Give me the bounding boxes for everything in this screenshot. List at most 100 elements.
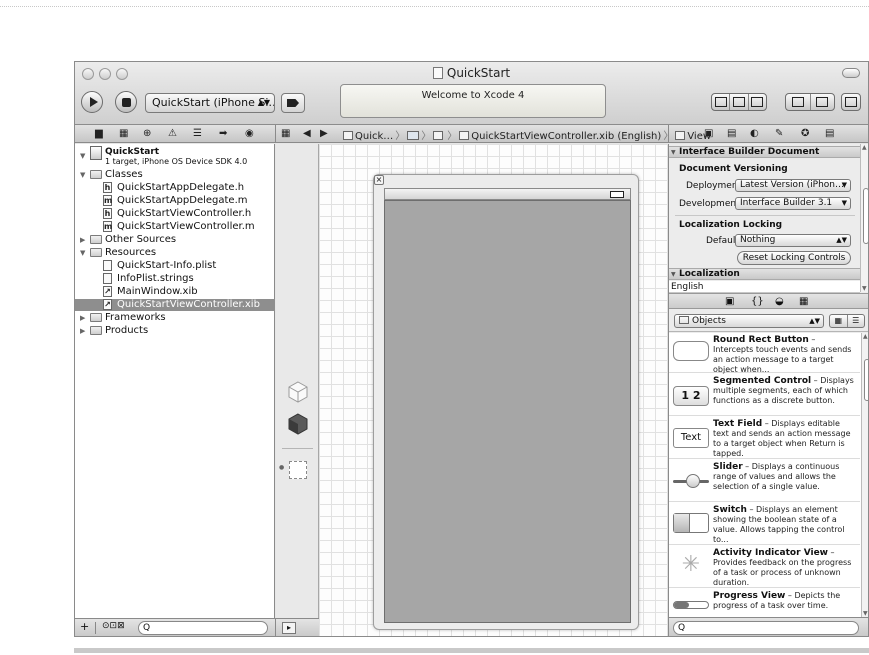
scroll-down-icon[interactable]: ▼ [862,285,867,292]
media-library-tab-icon[interactable]: ▦ [799,296,808,307]
stop-button[interactable] [115,91,137,113]
identity-inspector-tab-icon[interactable]: ◐ [750,128,759,139]
library-item-text-field[interactable]: Text Text Field – Displays editable text… [669,417,860,459]
search-navigator-tab-icon[interactable]: ⊕ [143,128,151,139]
assistant-editor-button[interactable] [730,94,749,110]
root-view[interactable] [384,200,631,623]
disclosure-open-icon[interactable]: ▼ [80,169,85,181]
log-navigator-tab-icon[interactable]: ◉ [245,128,254,139]
library-category-popup[interactable]: Objects ▲▼ [674,314,824,328]
related-files-icon[interactable]: ▦ [281,128,290,139]
library-item-slider[interactable]: Slider – Displays a continuous range of … [669,460,860,502]
library-item-progress-view[interactable]: Progress View – Depicts the progress of … [669,589,860,617]
navigator-item[interactable]: ▶ Frameworks [75,312,275,324]
quick-help-tab-icon[interactable]: ▤ [727,128,736,139]
forward-arrow-icon[interactable]: ▶ [320,128,328,139]
organizer-segment[interactable] [842,94,860,110]
icon-view-icon[interactable]: ▦ [830,315,848,327]
view-controller-scene[interactable]: × [373,174,639,630]
library-item-name: Round Rect Button [713,335,809,345]
navigator-item[interactable]: InfoPlist.strings [75,273,275,285]
view-control[interactable] [785,93,835,111]
view-object-icon[interactable] [289,461,307,479]
localization-section-header[interactable]: Localization [669,268,860,280]
list-view-icon[interactable]: ☰ [848,315,865,327]
organizer-button[interactable] [841,93,861,111]
editor-mode-control[interactable] [711,93,767,111]
default-lock-popup[interactable]: Nothing ▲▼ [735,234,851,247]
navigator-filter-field[interactable]: Q [138,621,268,635]
library-item-round-rect-button[interactable]: Round Rect Button – Intercepts touch eve… [669,333,860,374]
disclosure-closed-icon[interactable]: ▶ [80,234,85,246]
inspector-scrollbar[interactable]: ▲ ▼ [860,144,868,292]
scroll-thumb[interactable] [863,188,868,244]
navigator-item[interactable]: ▶ Products [75,325,275,337]
attributes-inspector-tab-icon[interactable]: ✎ [775,128,783,139]
breakpoint-navigator-tab-icon[interactable]: ➡ [219,128,227,139]
file-inspector-tab-icon[interactable]: ▣ [704,128,713,139]
library-item-name: Segmented Control [713,376,812,386]
breakpoints-button[interactable] [281,93,305,113]
add-button[interactable]: + [80,620,89,633]
disclosure-closed-icon[interactable]: ▶ [80,325,85,337]
development-popup[interactable]: Interface Builder 3.1 ▼ [735,197,851,210]
version-editor-button[interactable] [749,94,766,110]
toolbar-toggle-button[interactable] [842,68,860,78]
scroll-up-icon[interactable]: ▲ [862,144,867,151]
first-responder-cube-icon[interactable] [287,412,309,436]
scheme-popup[interactable]: QuickStart (iPhone Si… ▲▼ [145,93,275,113]
toggle-navigator-button[interactable] [786,94,811,110]
filter-buttons[interactable]: ⊙⊡⊠ [102,621,125,631]
scroll-up-icon[interactable]: ▲ [863,333,868,340]
library-item-segmented-control[interactable]: 1 2 Segmented Control – Displays multipl… [669,374,860,416]
file-templates-tab-icon[interactable]: ▣ [725,296,734,307]
library-item-activity-indicator[interactable]: ✳ Activity Indicator View – Provides fee… [669,546,860,588]
deployment-popup[interactable]: Latest Version (iPhon… ▼ [735,179,851,192]
reset-locking-controls-button[interactable]: Reset Locking Controls [737,251,851,265]
disclosure-open-icon[interactable]: ▼ [80,247,85,259]
project-root-row[interactable]: ▼ QuickStart 1 target, iPhone OS Device … [75,146,275,168]
navigator-item[interactable]: m QuickStartViewController.m [75,221,275,233]
section-title: Interface Builder Document [679,147,820,157]
symbol-navigator-tab-icon[interactable]: ▦ [119,128,128,139]
disclosure-open-icon[interactable]: ▼ [80,150,85,162]
issue-navigator-tab-icon[interactable]: ⚠ [168,128,177,139]
run-button[interactable] [81,91,103,113]
navigator-item[interactable]: ▼ Classes [75,169,275,181]
navigator-item[interactable]: m QuickStartAppDelegate.m [75,195,275,207]
size-inspector-tab-icon[interactable]: ✪ [801,128,809,139]
toggle-utilities-button[interactable] [811,94,835,110]
navigator-item[interactable]: ▶ Other Sources [75,234,275,246]
code-snippets-tab-icon[interactable]: {} [751,296,764,307]
library-scrollbar[interactable]: ▲ ▼ [861,333,868,617]
library-item-switch[interactable]: Switch – Displays an element showing the… [669,503,860,545]
scene-close-icon[interactable]: × [374,175,384,185]
jump-bar-breadcrumb[interactable]: Quick… 〉〉〉 QuickStartViewController.xib (E… [343,127,711,142]
objects-library-tab-icon[interactable]: ◒ [775,296,784,307]
navigator-item[interactable]: h QuickStartAppDelegate.h [75,182,275,194]
standard-editor-button[interactable] [712,94,731,110]
library-view-mode-control[interactable]: ▦ ☰ [829,314,865,328]
breadcrumb-file[interactable]: QuickStartViewController.xib (English) [471,131,661,142]
navigator-item[interactable]: QuickStart-Info.plist [75,260,275,272]
project-navigator-tab-icon[interactable]: ▆ [95,128,103,139]
debug-navigator-tab-icon[interactable]: ☰ [193,128,202,139]
breadcrumb-project[interactable]: Quick… [355,131,393,142]
placeholder-cube-icon[interactable] [287,380,309,404]
scroll-thumb[interactable] [864,359,868,401]
navigator-item[interactable]: ↗ MainWindow.xib [75,286,275,298]
disclosure-closed-icon[interactable]: ▶ [80,312,85,324]
library-filter-field[interactable]: Q [673,621,859,635]
localization-list-row[interactable]: English [669,281,860,293]
navigator-item-selected[interactable]: ↗ QuickStartViewController.xib [75,299,275,311]
ib-canvas[interactable]: × [319,144,668,636]
show-document-outline-button[interactable]: ▸ [282,622,296,634]
ib-document-section-header[interactable]: Interface Builder Document [669,146,860,158]
scroll-down-icon[interactable]: ▼ [863,610,868,617]
connections-inspector-tab-icon[interactable]: ▤ [825,128,834,139]
back-arrow-icon[interactable]: ◀ [303,128,311,139]
navigator-item[interactable]: h QuickStartViewController.h [75,208,275,220]
dock-disclosure-icon[interactable]: ● [279,464,284,471]
stop-icon [122,98,131,107]
navigator-item[interactable]: ▼ Resources [75,247,275,259]
